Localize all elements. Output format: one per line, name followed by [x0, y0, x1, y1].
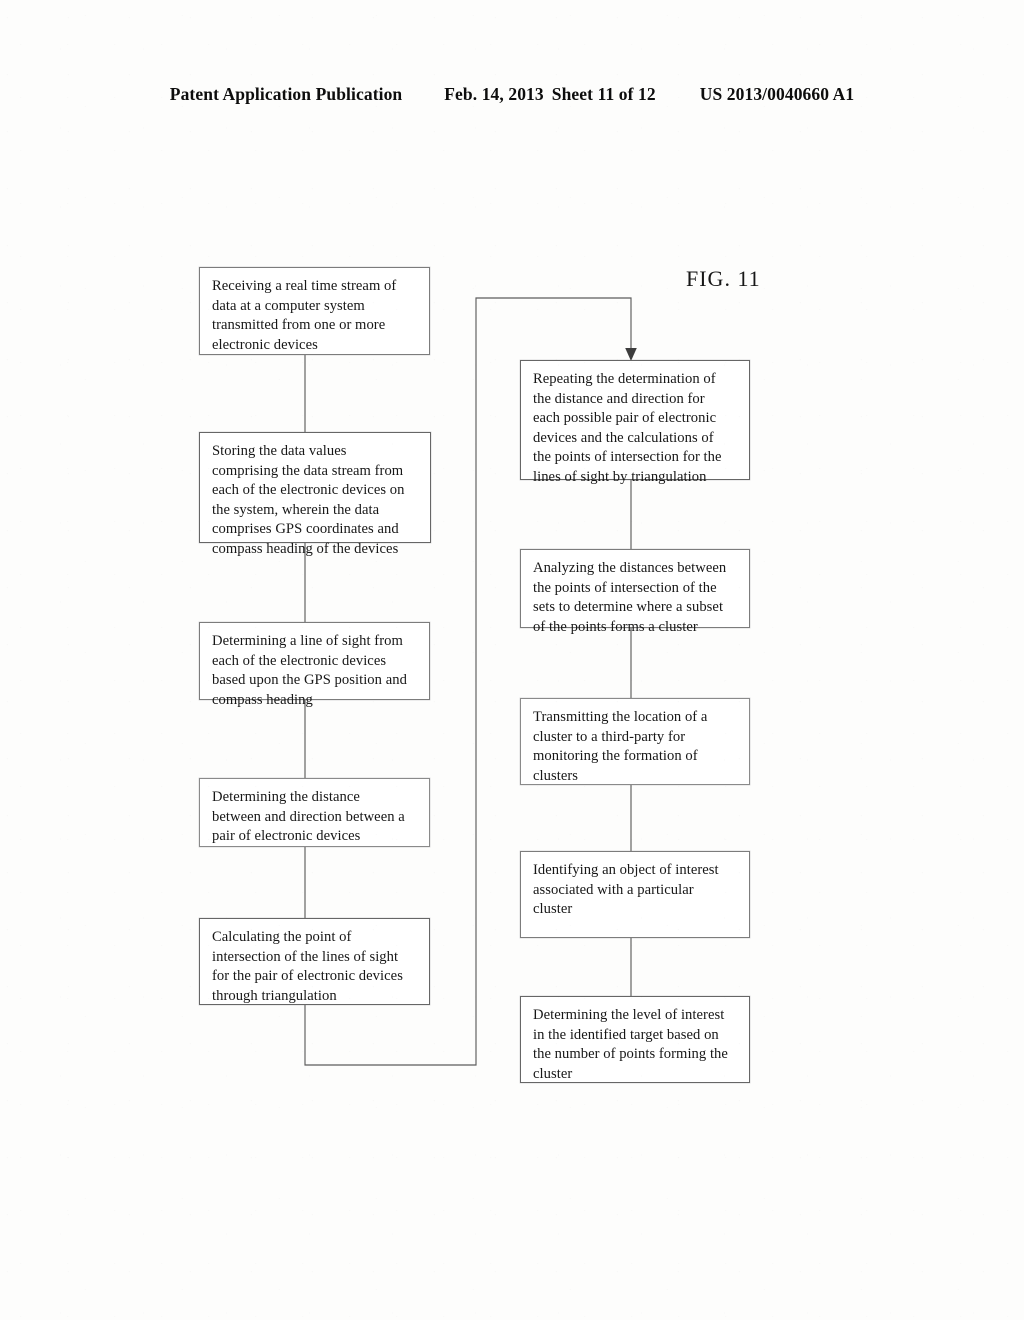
flowchart-connectors	[304, 297, 637, 1066]
process-box-determine-line-of-sight-text: Determining a line of sight from each of…	[212, 633, 407, 708]
process-box-transmit-cluster-location-text: Transmitting the location of a cluster t…	[533, 709, 708, 784]
header-sheet-label: Sheet 11 of 12	[551, 84, 656, 104]
process-box-determine-level-of-interest-text: Determining the level of interest in the…	[533, 1007, 728, 1082]
process-box-identify-object: Identifying an object of interest associ…	[520, 851, 750, 938]
process-box-analyze-distances: Analyzing the distances between the poin…	[520, 549, 750, 635]
process-box-calculate-intersection: Calculating the point of intersection of…	[199, 918, 430, 1005]
header-publication-label: Patent Application Publication	[169, 84, 403, 104]
process-box-determine-level-of-interest: Determining the level of interest in the…	[520, 996, 750, 1083]
process-box-identify-object-text: Identifying an object of interest associ…	[533, 862, 719, 918]
page-header: Patent Application Publication Feb. 14, …	[0, 84, 1024, 105]
figure-label: FIG. 11	[686, 266, 761, 291]
process-box-repeat-determination: Repeating the determination of the dista…	[520, 360, 750, 485]
process-box-repeat-determination-text: Repeating the determination of the dista…	[533, 371, 722, 485]
process-box-determine-line-of-sight: Determining a line of sight from each of…	[199, 622, 430, 708]
process-box-calculate-intersection-text: Calculating the point of intersection of…	[212, 929, 403, 1004]
process-box-store-data: Storing the data values comprising the d…	[199, 432, 431, 557]
header-date-label: Feb. 14, 2013	[444, 84, 544, 104]
process-box-store-data-text: Storing the data values comprising the d…	[212, 443, 405, 557]
patent-page-sheet: Patent Application Publication Feb. 14, …	[0, 0, 1024, 1320]
scan-grain-overlay	[0, 0, 1024, 1320]
process-box-determine-distance-direction: Determining the distance between and dir…	[199, 778, 430, 847]
process-box-receive-stream-text: Receiving a real time stream of data at …	[212, 278, 397, 353]
process-box-determine-distance-direction-text: Determining the distance between and dir…	[212, 789, 405, 845]
header-patent-number: US 2013/0040660 A1	[699, 84, 855, 104]
process-box-receive-stream: Receiving a real time stream of data at …	[199, 267, 430, 355]
process-box-analyze-distances-text: Analyzing the distances between the poin…	[533, 560, 727, 635]
process-box-transmit-cluster-location: Transmitting the location of a cluster t…	[520, 698, 750, 785]
